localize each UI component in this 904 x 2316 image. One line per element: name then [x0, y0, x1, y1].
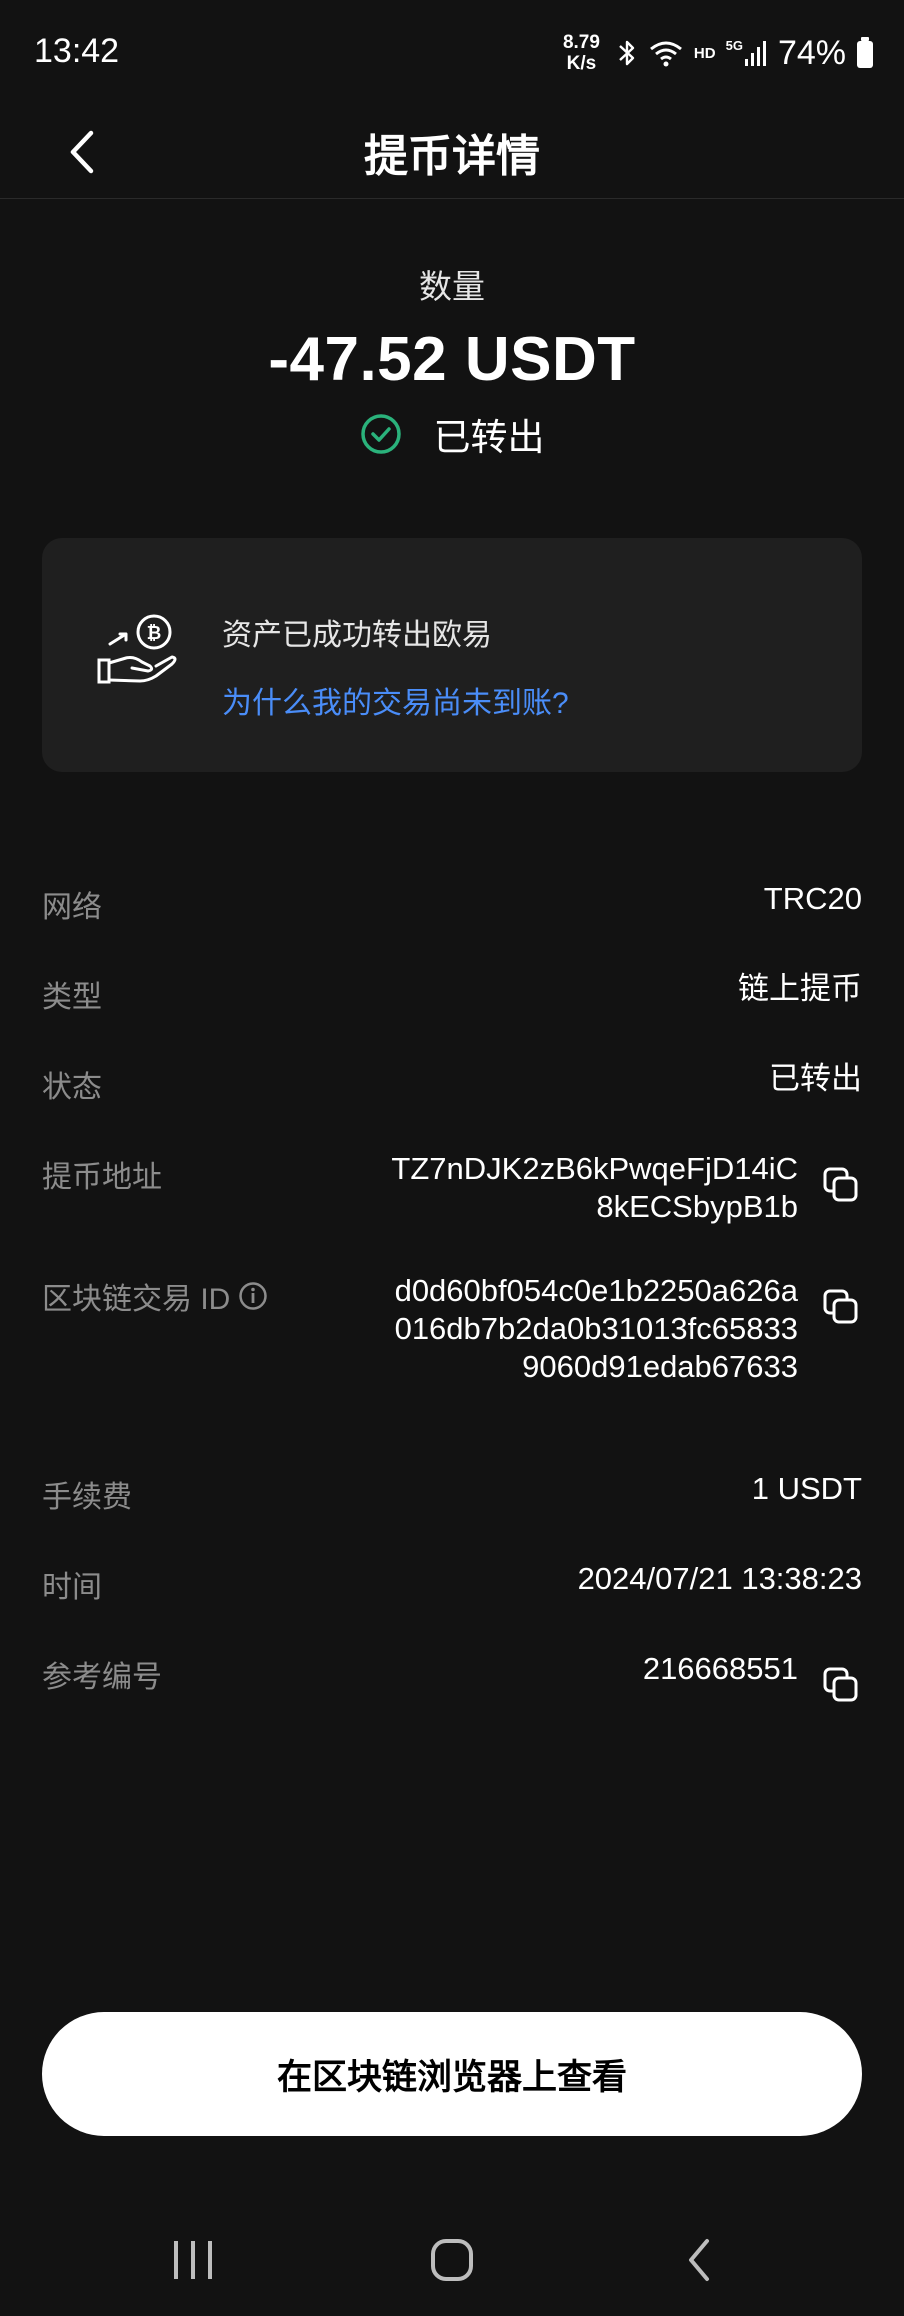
txid-label-text: 区块链交易 ID [42, 1283, 231, 1316]
net-speed-value: 8.79 [562, 32, 600, 53]
info-card: ₿ 资产已成功转出欧易 为什么我的交易尚未到账? [42, 538, 862, 772]
copy-icon[interactable] [822, 1666, 860, 1704]
txid-value: d0d60bf054c0e1b2250a626a016db7b2da0b3101… [394, 1273, 798, 1384]
copy-icon[interactable] [822, 1288, 860, 1326]
detail-label: 提币地址 [42, 1161, 162, 1194]
detail-row-type: 类型 链上提币 [42, 960, 862, 1030]
detail-row-txid: 区块链交易 ID d0d60bf054c0e1b2250a626a016db7b… [42, 1262, 862, 1442]
nav-home-button[interactable] [412, 2230, 492, 2290]
detail-value: 已转出 [769, 1061, 862, 1096]
nav-back-button[interactable] [660, 2230, 740, 2290]
nav-recents-button[interactable] [153, 2230, 233, 2290]
amount-section: 数量 -47.52 USDT 已转出 [0, 260, 904, 461]
bluetooth-icon [619, 40, 635, 66]
back-icon [689, 2239, 709, 2281]
hd-label: HD [693, 44, 716, 62]
amount-label: 数量 [419, 268, 485, 305]
detail-label: 区块链交易 ID [42, 1274, 268, 1318]
system-nav-bar [0, 2216, 904, 2316]
detail-label: 时间 [42, 1571, 102, 1604]
battery-icon [857, 37, 873, 68]
detail-row-fee: 手续费 1 USDT [42, 1460, 862, 1530]
status-time: 13:42 [34, 32, 120, 70]
check-circle-icon [360, 414, 401, 454]
page-title: 提币详情 [364, 132, 540, 181]
detail-row-network: 网络 TRC20 [42, 870, 862, 940]
coin-hand-icon: ₿ [97, 614, 177, 684]
home-icon [431, 2239, 473, 2281]
detail-label: 参考编号 [42, 1661, 162, 1694]
info-icon[interactable] [238, 1281, 268, 1311]
reference-value: 216668551 [642, 1651, 798, 1686]
card-title: 资产已成功转出欧易 [222, 619, 492, 652]
status-bar: 13:42 8.79 K/s HD 5G 74% [0, 0, 904, 108]
detail-row-time: 时间 2024/07/21 13:38:23 [42, 1550, 862, 1620]
header: 提币详情 [0, 108, 904, 199]
cellular-signal: 5G [726, 38, 768, 68]
transfer-status: 已转出 [0, 407, 904, 461]
signal-bars-icon [744, 41, 766, 66]
signal-type: 5G [725, 38, 743, 53]
view-on-explorer-button[interactable]: 在区块链浏览器上查看 [42, 2012, 862, 2136]
why-not-received-link[interactable]: 为什么我的交易尚未到账? [222, 678, 569, 722]
detail-value: 链上提币 [738, 971, 862, 1006]
detail-label: 类型 [42, 981, 102, 1014]
detail-row-status: 状态 已转出 [42, 1050, 862, 1120]
net-speed-unit: K/s [566, 53, 597, 74]
detail-label: 手续费 [42, 1481, 132, 1514]
amount-value: -47.52 USDT [268, 325, 636, 394]
detail-value: 1 USDT [751, 1471, 862, 1506]
network-speed: 8.79 K/s [563, 32, 600, 74]
detail-value: 2024/07/21 13:38:23 [577, 1561, 862, 1596]
copy-icon[interactable] [822, 1166, 860, 1204]
battery-percent: 74% [777, 33, 846, 72]
detail-row-address: 提币地址 TZ7nDJK2zB6kPwqeFjD14iC8kECSbypB1b [42, 1140, 862, 1250]
detail-row-reference: 参考编号 216668551 [42, 1640, 862, 1710]
detail-value: TRC20 [763, 881, 862, 916]
status-icons: 8.79 K/s HD 5G 74% [563, 30, 874, 76]
recents-icon [174, 2241, 212, 2279]
wifi-icon [649, 41, 682, 67]
detail-label: 状态 [42, 1071, 102, 1104]
status-text: 已转出 [433, 417, 545, 458]
withdraw-address-value: TZ7nDJK2zB6kPwqeFjD14iC8kECSbypB1b [391, 1151, 798, 1224]
svg-text:₿: ₿ [147, 623, 162, 644]
detail-label: 网络 [42, 891, 102, 924]
